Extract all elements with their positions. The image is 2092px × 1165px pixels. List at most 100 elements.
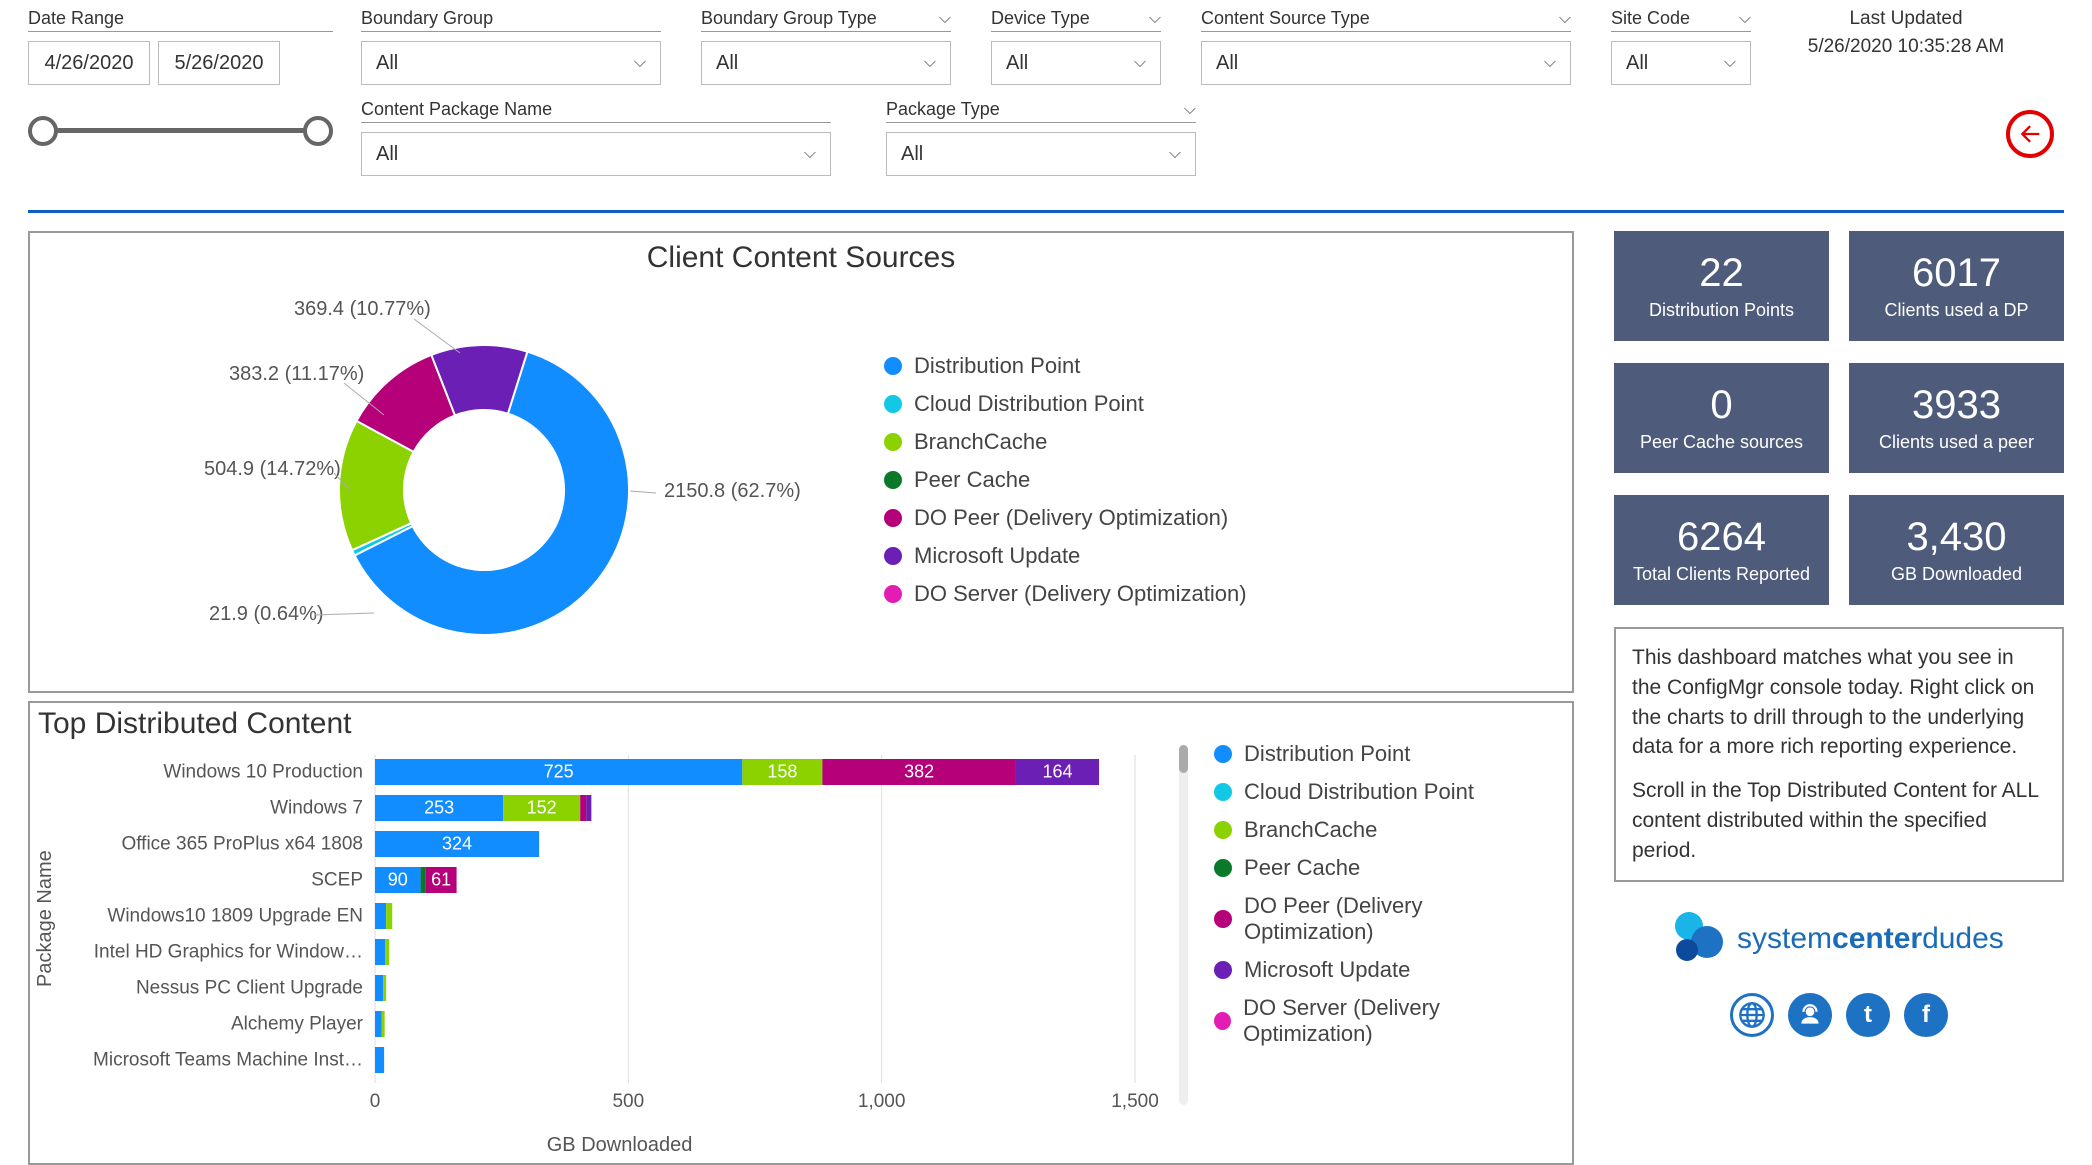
date-start-input[interactable]: 4/26/2020 — [28, 41, 150, 85]
legend-item[interactable]: BranchCache — [884, 429, 1247, 455]
package-type-dropdown[interactable]: All⌵ — [886, 132, 1196, 176]
legend-item[interactable]: Microsoft Update — [1214, 957, 1558, 983]
device-type-dropdown[interactable]: All⌵ — [991, 41, 1161, 85]
content-source-type-dropdown[interactable]: All⌵ — [1201, 41, 1571, 85]
bar-segment[interactable] — [580, 795, 586, 821]
chevron-down-icon: ⌵ — [1184, 101, 1196, 119]
bar-segment[interactable] — [385, 939, 389, 965]
boundary-group-label: Boundary Group — [361, 8, 661, 32]
legend-item[interactable]: Distribution Point — [1214, 741, 1558, 767]
bar-segment[interactable] — [420, 867, 425, 893]
legend-item[interactable]: BranchCache — [1214, 817, 1558, 843]
legend-swatch-icon — [1214, 961, 1232, 979]
chevron-down-icon: ⌵ — [1544, 54, 1556, 72]
legend-swatch-icon — [1214, 783, 1232, 801]
kpi-total-clients[interactable]: 6264Total Clients Reported — [1614, 495, 1829, 605]
legend-item[interactable]: DO Peer (Delivery Optimization) — [884, 505, 1247, 531]
bar-segment[interactable] — [381, 1011, 384, 1037]
last-updated-label: Last Updated — [1791, 8, 2021, 30]
x-tick-label: 1,500 — [1111, 1091, 1159, 1112]
website-icon[interactable] — [1730, 993, 1774, 1037]
twitter-icon[interactable]: t — [1846, 993, 1890, 1037]
x-tick-label: 0 — [369, 1091, 380, 1112]
date-end-input[interactable]: 5/26/2020 — [158, 41, 280, 85]
date-slider[interactable] — [28, 110, 333, 150]
back-button[interactable] — [2006, 110, 2054, 158]
chart-data-label: 504.9 (14.72%) — [204, 458, 341, 480]
content-package-name-dropdown[interactable]: All⌵ — [361, 132, 831, 176]
legend-item[interactable]: Peer Cache — [1214, 855, 1558, 881]
legend-item[interactable]: Cloud Distribution Point — [884, 391, 1247, 417]
chevron-down-icon: ⌵ — [1169, 145, 1181, 163]
bar-category-label: Nessus PC Client Upgrade — [136, 978, 363, 999]
bar-segment[interactable] — [375, 1011, 382, 1037]
bar-legend: Distribution Point Cloud Distribution Poi… — [1214, 741, 1558, 1157]
bar-segment[interactable] — [586, 795, 591, 821]
chevron-down-icon: ⌵ — [804, 145, 816, 163]
chevron-down-icon: ⌵ — [924, 54, 936, 72]
chevron-down-icon: ⌵ — [1559, 10, 1571, 28]
kpi-peer-cache-sources[interactable]: 0Peer Cache sources — [1614, 363, 1829, 473]
chart-data-label: 2150.8 (62.7%) — [664, 480, 801, 502]
site-code-dropdown[interactable]: All⌵ — [1611, 41, 1751, 85]
legend-item[interactable]: Peer Cache — [884, 467, 1247, 493]
x-axis-title: GB Downloaded — [75, 1134, 1165, 1157]
legend-item[interactable]: Distribution Point — [884, 353, 1247, 379]
legend-swatch-icon — [884, 547, 902, 565]
legend-swatch-icon — [1214, 859, 1232, 877]
legend-item[interactable]: Cloud Distribution Point — [1214, 779, 1558, 805]
bar-value-label: 382 — [904, 762, 934, 782]
legend-item[interactable]: DO Peer (Delivery Optimization) — [1214, 893, 1558, 945]
facebook-icon[interactable]: f — [1904, 993, 1948, 1037]
package-type-label: Package Type⌵ — [886, 99, 1196, 123]
bar-category-label: Windows 10 Production — [163, 762, 363, 783]
legend-item[interactable]: DO Server (Delivery Optimization) — [1214, 995, 1558, 1047]
slider-handle-end[interactable] — [303, 116, 333, 146]
donut-legend: Distribution Point Cloud Distribution Poi… — [884, 353, 1247, 607]
support-icon[interactable] — [1788, 993, 1832, 1037]
site-code-label: Site Code⌵ — [1611, 8, 1751, 32]
donut-chart[interactable]: 369.4 (10.77%)383.2 (11.17%)504.9 (14.72… — [44, 275, 864, 685]
kpi-gb-downloaded[interactable]: 3,430GB Downloaded — [1849, 495, 2064, 605]
bar-segment[interactable] — [375, 939, 385, 965]
bar-chart[interactable]: Windows 10 Production 725 158 382 164 Windows… — [75, 741, 1165, 1131]
bar-value-label: 164 — [1042, 762, 1072, 782]
content-source-type-label: Content Source Type⌵ — [1201, 8, 1571, 32]
legend-swatch-icon — [884, 509, 902, 527]
kpi-clients-used-dp[interactable]: 6017Clients used a DP — [1849, 231, 2064, 341]
bar-segment[interactable] — [383, 975, 386, 1001]
info-text: This dashboard matches what you see in t… — [1614, 627, 2064, 882]
y-axis-title: Package Name — [34, 741, 61, 1157]
chevron-down-icon: ⌵ — [1739, 10, 1751, 28]
chart-data-label: 21.9 (0.64%) — [209, 603, 324, 625]
client-content-sources-panel: Client Content Sources 369.4 (10.77%)383… — [28, 231, 1574, 693]
separator — [28, 210, 2064, 213]
bar-scrollbar[interactable] — [1179, 745, 1188, 1105]
filter-bar: Date Range 4/26/2020 5/26/2020 Boundary … — [28, 8, 2064, 184]
bar-category-label: Windows 7 — [270, 798, 363, 819]
kpi-clients-used-peer[interactable]: 3933Clients used a peer — [1849, 363, 2064, 473]
legend-item[interactable]: DO Server (Delivery Optimization) — [884, 581, 1247, 607]
panel-title: Client Content Sources — [44, 241, 1558, 275]
bar-segment[interactable] — [375, 975, 383, 1001]
legend-item[interactable]: Microsoft Update — [884, 543, 1247, 569]
bar-value-label: 61 — [431, 870, 451, 890]
bar-value-label: 725 — [543, 762, 573, 782]
boundary-group-type-label: Boundary Group Type⌵ — [701, 8, 951, 32]
boundary-group-dropdown[interactable]: All⌵ — [361, 41, 661, 85]
bar-segment[interactable] — [375, 903, 386, 929]
scrollbar-thumb[interactable] — [1179, 745, 1188, 773]
bar-segment[interactable] — [386, 903, 392, 929]
legend-swatch-icon — [1214, 745, 1232, 763]
kpi-distribution-points[interactable]: 22Distribution Points — [1614, 231, 1829, 341]
chevron-down-icon: ⌵ — [1724, 54, 1736, 72]
bar-value-label: 158 — [767, 762, 797, 782]
boundary-group-type-dropdown[interactable]: All⌵ — [701, 41, 951, 85]
chevron-down-icon: ⌵ — [1149, 10, 1161, 28]
bar-category-label: Windows10 1809 Upgrade EN — [107, 906, 363, 927]
bar-value-label: 324 — [442, 834, 472, 854]
legend-swatch-icon — [884, 585, 902, 603]
chart-data-label: 369.4 (10.77%) — [294, 298, 431, 320]
bar-segment[interactable] — [375, 1047, 384, 1073]
slider-handle-start[interactable] — [28, 116, 58, 146]
